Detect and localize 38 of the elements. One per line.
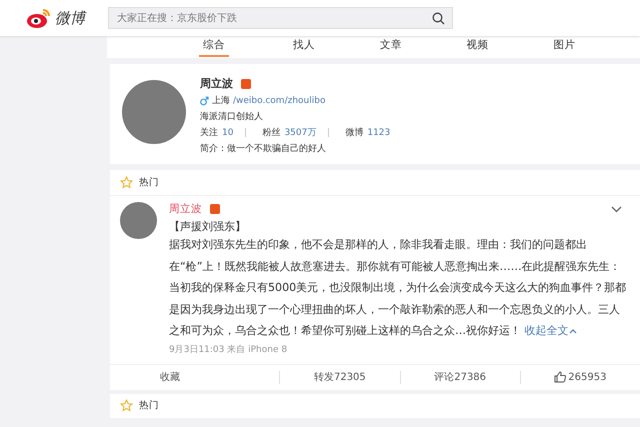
bio-text: 简介：做一个不欺骗自己的好人 xyxy=(200,142,327,155)
tab[interactable]: 视频 xyxy=(466,36,554,58)
stat-label: 粉丝 xyxy=(262,126,280,139)
action-button[interactable]: 收藏 xyxy=(110,370,280,384)
stat-label: 关注 xyxy=(200,126,218,139)
star-icon xyxy=(120,176,133,189)
section-label: 热门 xyxy=(139,176,159,189)
thumbs-up-icon[interactable] xyxy=(554,371,566,383)
male-icon xyxy=(200,96,209,106)
tab[interactable]: 找人 xyxy=(293,36,380,58)
tab[interactable]: 图片 xyxy=(553,36,640,58)
section-label: 热门 xyxy=(139,399,159,412)
collapse-link[interactable]: 收起全文 xyxy=(524,324,577,337)
post-text: 据我对刘强东先生的印象，他不会是那样的人，除非我看走眼。理由：我们的问题都出在“枪”上！既然我能被人故意塞进去。那你就有可能被人恶意掏出来……在此提醒强东先生：当初我的保释金只有5000美元，也没限制出境，为什么会演变成今天这么大的狗血事件？那都是因为我身边出现了一个心理扭曲的坏人，一个敲诈勒索的恶人和一个忘恩负义的小人。三人之和可为众，乌合之众也！希望你可别碰上这样的乌合之众…祝你好运！ 收起全文 xyxy=(169,237,628,339)
stat-count-link[interactable]: 10 xyxy=(222,128,234,138)
action-button[interactable]: 转发72305 xyxy=(279,370,400,384)
action-button[interactable]: 265953 xyxy=(520,370,640,384)
profile-title: 海派清口创始人 xyxy=(200,110,264,123)
post-meta: 9月3日11:03 来自 iPhone 8 xyxy=(169,344,288,356)
stat-count-link[interactable]: 3507万 xyxy=(284,126,316,139)
star-icon xyxy=(120,399,133,412)
tab[interactable]: 综合 xyxy=(199,36,229,57)
logo-text[interactable]: 微博 xyxy=(55,8,85,28)
avatar-photo-placeholder[interactable] xyxy=(120,202,157,239)
post-headline: 【声援刘强东】 xyxy=(169,219,247,234)
profile-name[interactable]: 周立波 xyxy=(200,76,233,91)
stat-label: 微博 xyxy=(345,126,364,139)
profile-link[interactable]: /weibo.com/zhoulibo xyxy=(233,96,326,106)
location-text: 上海 xyxy=(212,94,230,107)
search-icon[interactable] xyxy=(432,12,445,25)
action-button[interactable]: 评论27386 xyxy=(400,370,520,384)
search-field[interactable]: 大家正在搜：京东股价下跌 xyxy=(108,7,453,29)
eye-logo-icon[interactable] xyxy=(26,7,52,29)
caret-up-icon[interactable] xyxy=(568,328,577,334)
tab[interactable]: 文章 xyxy=(380,36,466,58)
chevron-down-icon[interactable] xyxy=(611,206,622,213)
author-name[interactable]: 周立波 xyxy=(169,202,202,216)
stat-count-link[interactable]: 1123 xyxy=(367,128,390,138)
